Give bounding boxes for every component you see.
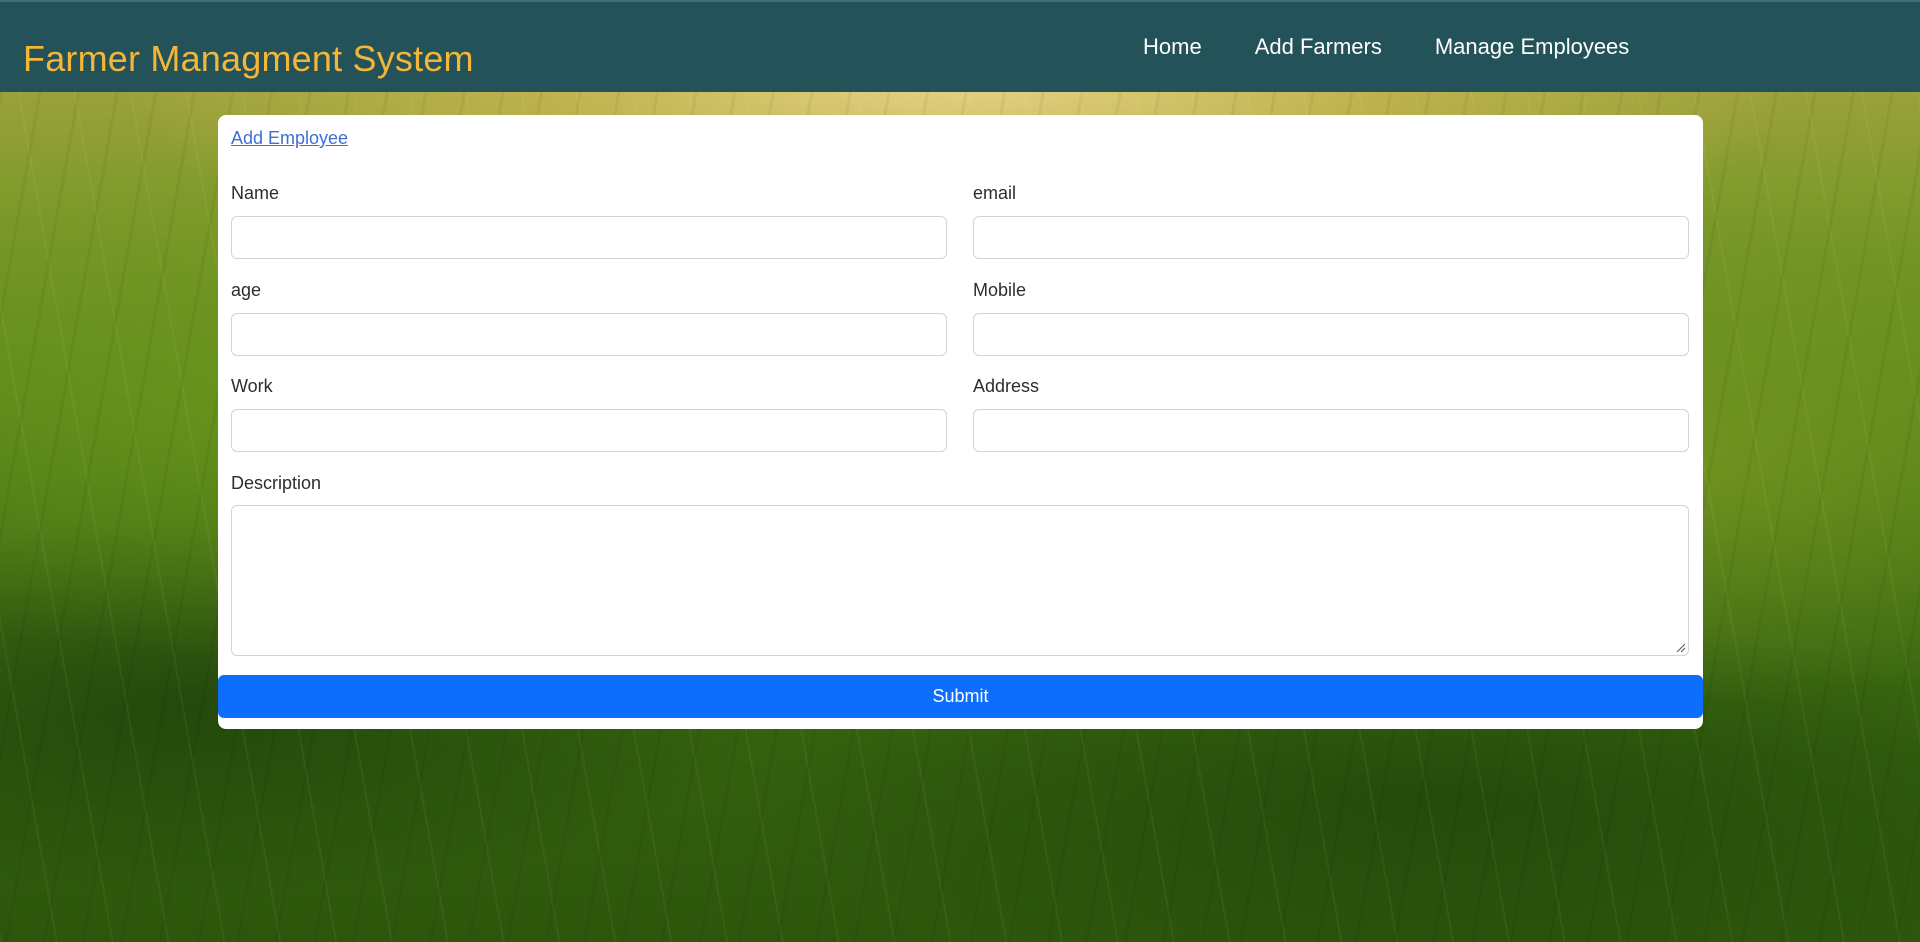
mobile-label: Mobile	[973, 280, 1027, 300]
address-input[interactable]	[973, 409, 1689, 452]
address-label: Address	[973, 376, 1040, 396]
resize-grip-icon[interactable]	[1675, 642, 1685, 652]
add-employee-form-card: Add Employee Name email age Mobile Work …	[218, 115, 1703, 729]
nav-link-manage-employees[interactable]: Manage Employees	[1435, 34, 1629, 60]
work-label: Work	[231, 376, 273, 396]
email-input[interactable]	[973, 216, 1689, 259]
mobile-input[interactable]	[973, 313, 1689, 356]
nav-link-home[interactable]: Home	[1143, 34, 1202, 60]
brand-title[interactable]: Farmer Managment System	[23, 38, 474, 80]
work-input[interactable]	[231, 409, 947, 452]
name-label: Name	[231, 183, 280, 203]
email-label: email	[973, 183, 1017, 203]
navbar: Farmer Managment System Home Add Farmers…	[0, 0, 1920, 92]
name-input[interactable]	[231, 216, 947, 259]
age-input[interactable]	[231, 313, 947, 356]
description-textarea[interactable]	[231, 505, 1689, 656]
age-label: age	[231, 280, 262, 300]
description-label: Description	[231, 473, 322, 493]
nav-links: Home Add Farmers Manage Employees	[1143, 34, 1682, 60]
add-employee-link[interactable]: Add Employee	[231, 128, 348, 149]
nav-link-add-farmers[interactable]: Add Farmers	[1255, 34, 1382, 60]
submit-button[interactable]: Submit	[218, 675, 1703, 718]
